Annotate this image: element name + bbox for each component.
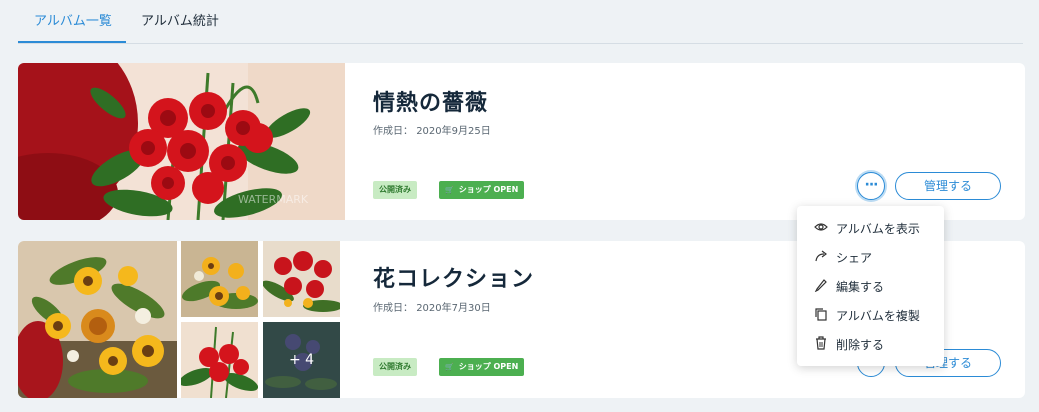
- more-options-button[interactable]: ···: [857, 172, 885, 200]
- album-thumbnail[interactable]: [263, 241, 340, 317]
- duplicate-icon: [815, 308, 827, 321]
- cart-icon: 🛒: [445, 186, 454, 194]
- menu-item-label: 編集する: [836, 280, 885, 294]
- status-badge-shop: 🛒 ショップ OPEN: [439, 358, 525, 376]
- watermark-text: WATERMARK: [238, 193, 309, 206]
- status-badge-shop: 🛒 ショップ OPEN: [439, 181, 525, 199]
- menu-item-duplicate[interactable]: アルバムを複製: [797, 301, 944, 327]
- created-date: 作成日： 2020年7月30日: [373, 303, 491, 314]
- menu-item-label: シェア: [836, 251, 873, 265]
- album-tabs: アルバム一覧 アルバム統計: [18, 0, 1023, 44]
- menu-item-label: 削除する: [836, 338, 885, 352]
- status-badge-published: 公開済み: [373, 358, 417, 376]
- share-icon: [815, 250, 827, 262]
- menu-item-view-album[interactable]: アルバムを表示: [797, 214, 944, 240]
- menu-item-label: アルバムを複製: [836, 309, 920, 323]
- album-actions-menu: アルバムを表示 シェア 編集する アルバムを複製 削除する: [797, 206, 944, 366]
- status-badge-published: 公開済み: [373, 181, 417, 199]
- album-card: WATERMARK 情熱の薔薇 作成日： 2020年9月25日 公開済み 🛒 ショ…: [18, 63, 1025, 220]
- pencil-icon: [814, 279, 827, 292]
- tab-album-stats[interactable]: アルバム統計: [141, 10, 219, 29]
- tab-album-list[interactable]: アルバム一覧: [34, 10, 112, 29]
- active-tab-indicator: [18, 41, 126, 43]
- cart-icon: 🛒: [445, 363, 454, 371]
- manage-button[interactable]: 管理する: [895, 172, 1001, 200]
- menu-item-label: アルバムを表示: [836, 222, 920, 236]
- ellipsis-icon: ···: [864, 177, 879, 193]
- album-cover-photo[interactable]: WATERMARK: [18, 63, 345, 220]
- album-title: 情熱の薔薇: [373, 91, 489, 116]
- more-photos-count: + 4: [263, 322, 340, 398]
- trash-icon: [816, 336, 826, 350]
- eye-icon: [814, 223, 828, 231]
- album-title: 花コレクション: [373, 267, 535, 292]
- menu-item-edit[interactable]: 編集する: [797, 272, 944, 298]
- menu-item-delete[interactable]: 削除する: [797, 330, 944, 356]
- album-thumbnail[interactable]: [181, 241, 258, 317]
- album-thumbnail[interactable]: [181, 322, 258, 398]
- menu-item-share[interactable]: シェア: [797, 243, 944, 269]
- album-cover-photo[interactable]: [18, 241, 177, 398]
- created-date: 作成日： 2020年9月25日: [373, 126, 491, 137]
- album-thumbnail-more[interactable]: + 4: [263, 322, 340, 398]
